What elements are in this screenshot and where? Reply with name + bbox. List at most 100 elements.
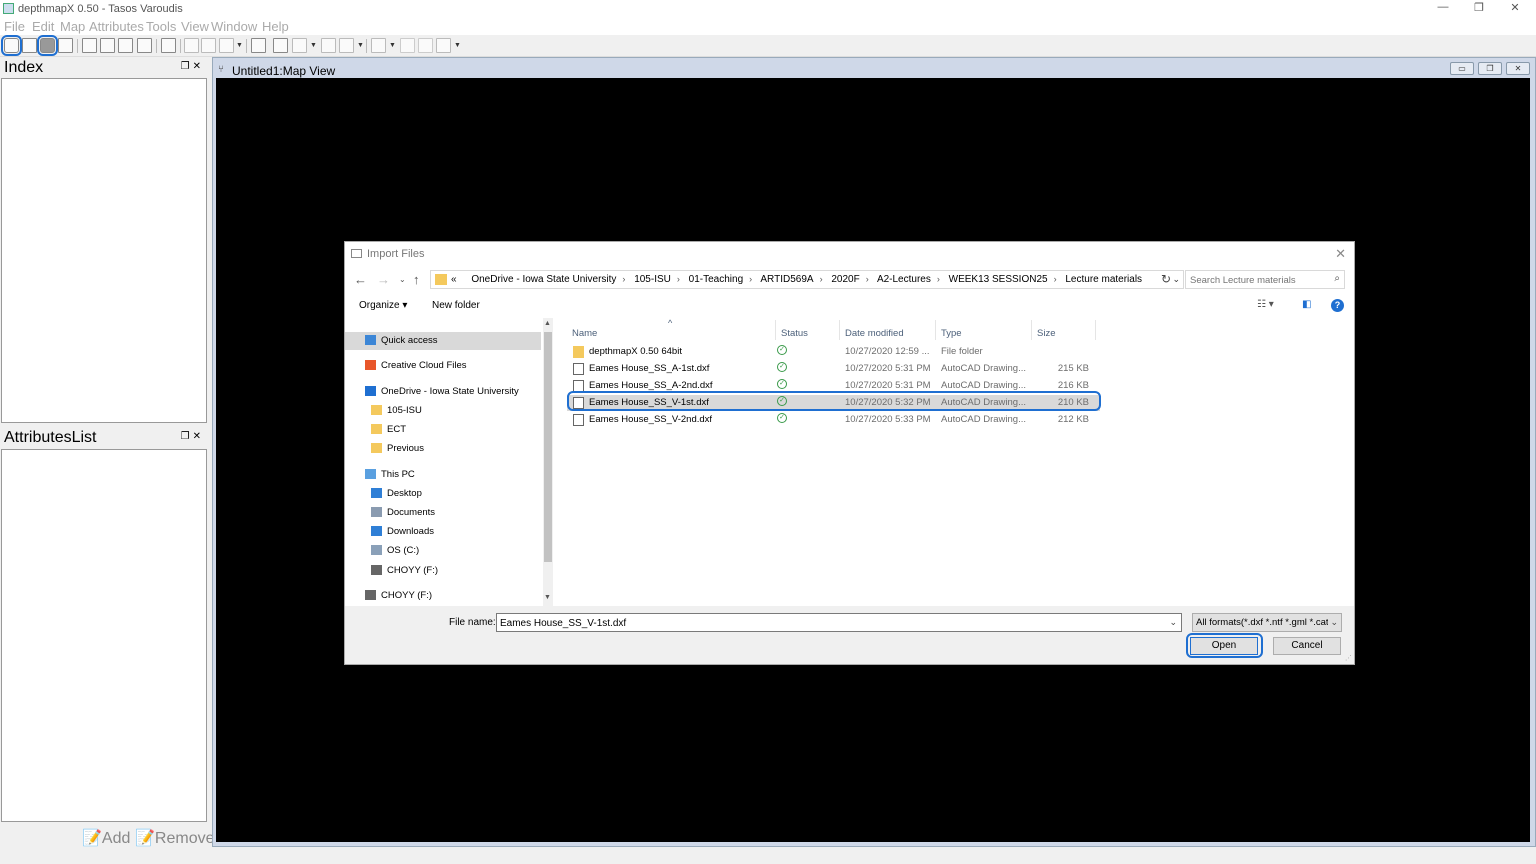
- up-arrow-icon[interactable]: ↑: [413, 272, 420, 287]
- navigation-scrollbar[interactable]: ▲ ▼: [543, 318, 553, 606]
- breadcrumb-item[interactable]: 2020F: [831, 274, 859, 285]
- join-icon[interactable]: [418, 38, 433, 53]
- new-file-icon[interactable]: [1, 35, 22, 56]
- dialog-close-icon[interactable]: ✕: [1335, 246, 1346, 262]
- help-icon[interactable]: ?: [1331, 299, 1344, 312]
- file-type-select[interactable]: All formats(*.dxf *.ntf *.gml *.cat ⌄: [1192, 613, 1342, 632]
- chevron-down-icon[interactable]: ▼: [454, 42, 461, 49]
- save-icon[interactable]: [58, 38, 73, 53]
- nav-item[interactable]: OS (C:): [345, 542, 541, 560]
- cancel-button[interactable]: Cancel: [1273, 637, 1341, 655]
- search-box[interactable]: ⌕: [1185, 270, 1345, 289]
- column-header-date[interactable]: Date modified: [845, 328, 904, 339]
- scroll-down-icon[interactable]: ▼: [544, 594, 551, 601]
- zoom-icon[interactable]: [219, 38, 234, 53]
- nav-item[interactable]: Previous: [345, 440, 541, 458]
- breadcrumb-item[interactable]: 105-ISU: [634, 274, 671, 285]
- view-options-icon[interactable]: ☷ ▾: [1257, 299, 1274, 310]
- chevron-down-icon[interactable]: ▼: [357, 42, 364, 49]
- file-name-field[interactable]: ⌄: [496, 613, 1182, 632]
- unjoin-icon[interactable]: [436, 38, 451, 53]
- dock-float-close-icon[interactable]: ❐✕: [181, 431, 204, 442]
- resize-grip-icon[interactable]: ⋰: [1345, 654, 1352, 662]
- mdi-close-button[interactable]: ✕: [1506, 62, 1530, 75]
- column-header-status[interactable]: Status: [781, 328, 808, 339]
- refresh-icon[interactable]: ↻: [1161, 272, 1171, 286]
- chevron-down-icon[interactable]: ▼: [236, 42, 243, 49]
- layer-edit-icon[interactable]: [100, 38, 115, 53]
- remove-button[interactable]: 📝Remove: [135, 828, 215, 848]
- dock-float-close-icon[interactable]: ❐✕: [181, 61, 204, 72]
- menu-view[interactable]: View: [181, 19, 209, 34]
- breadcrumb-item[interactable]: Lecture materials: [1065, 274, 1142, 285]
- add-button[interactable]: 📝Add: [82, 828, 130, 848]
- breadcrumb-item[interactable]: ARTID569A: [760, 274, 813, 285]
- layer-icon[interactable]: [82, 38, 97, 53]
- mdi-restore-button[interactable]: ❐: [1478, 62, 1502, 75]
- axial-icon[interactable]: [371, 38, 386, 53]
- recent-locations-icon[interactable]: ⌄: [399, 275, 406, 284]
- menu-attributes[interactable]: Attributes: [89, 19, 144, 34]
- menu-help[interactable]: Help: [262, 19, 289, 34]
- open-file-icon[interactable]: [22, 38, 37, 53]
- breadcrumb-item[interactable]: OneDrive - Iowa State University: [471, 274, 616, 285]
- fill-icon[interactable]: [292, 38, 307, 53]
- nav-item[interactable]: This PC: [345, 466, 541, 484]
- pencil-icon[interactable]: [321, 38, 336, 53]
- nav-item[interactable]: Quick access: [345, 332, 541, 350]
- breadcrumb-item[interactable]: 01-Teaching: [689, 274, 743, 285]
- menu-window[interactable]: Window: [211, 19, 257, 34]
- file-name-input[interactable]: [500, 616, 1160, 630]
- breadcrumb-overflow[interactable]: «: [451, 274, 457, 285]
- nav-item[interactable]: Downloads: [345, 523, 541, 541]
- nav-item[interactable]: OneDrive - Iowa State University: [345, 383, 541, 401]
- layer-add-icon[interactable]: [118, 38, 133, 53]
- column-header-size[interactable]: Size: [1037, 328, 1055, 339]
- grid-icon[interactable]: [251, 38, 266, 53]
- nav-item[interactable]: Creative Cloud Files: [345, 357, 541, 375]
- nav-item[interactable]: 105-ISU: [345, 402, 541, 420]
- address-bar[interactable]: « OneDrive - Iowa State University › 105-…: [430, 270, 1184, 289]
- file-row[interactable]: Eames House_SS_V-2nd.dxf ✓ 10/27/2020 5:33…: [567, 412, 1100, 428]
- file-row[interactable]: depthmapX 0.50 64bit ✓ 10/27/2020 12:59 ..…: [567, 344, 1100, 360]
- import-icon[interactable]: [37, 35, 58, 56]
- line-icon[interactable]: [339, 38, 354, 53]
- nav-item[interactable]: CHOYY (F:): [345, 587, 541, 605]
- menu-file[interactable]: File: [4, 19, 25, 34]
- attributes-list-panel[interactable]: [1, 449, 207, 822]
- search-input[interactable]: [1190, 273, 1325, 287]
- file-row[interactable]: Eames House_SS_A-1st.dxf ✓ 10/27/2020 5:31…: [567, 361, 1100, 377]
- nav-item[interactable]: CHOYY (F:): [345, 562, 541, 580]
- preview-pane-icon[interactable]: ◧: [1302, 299, 1311, 310]
- nav-item[interactable]: Desktop: [345, 485, 541, 503]
- minimize-button[interactable]: —: [1428, 1, 1458, 17]
- menu-map[interactable]: Map: [60, 19, 85, 34]
- nav-item[interactable]: Documents: [345, 504, 541, 522]
- scrollbar-thumb[interactable]: [544, 332, 552, 562]
- chevron-down-icon[interactable]: ⌄: [1172, 274, 1180, 285]
- forward-arrow-icon[interactable]: →: [377, 272, 390, 287]
- organize-button[interactable]: Organize ▾: [359, 300, 407, 311]
- chevron-down-icon[interactable]: ⌄: [1169, 617, 1177, 628]
- menu-tools[interactable]: Tools: [146, 19, 176, 34]
- mdi-minimize-button[interactable]: ▭: [1450, 62, 1474, 75]
- close-button[interactable]: ✕: [1500, 1, 1530, 17]
- chevron-down-icon[interactable]: ▼: [310, 42, 317, 49]
- layer-list-icon[interactable]: [137, 38, 152, 53]
- menu-edit[interactable]: Edit: [32, 19, 54, 34]
- column-header-type[interactable]: Type: [941, 328, 962, 339]
- select-arrow-icon[interactable]: [184, 38, 199, 53]
- step-depth-icon[interactable]: [400, 38, 415, 53]
- fill-grid-icon[interactable]: [273, 38, 288, 53]
- breadcrumb-item[interactable]: WEEK13 SESSION25: [949, 274, 1048, 285]
- column-header-name[interactable]: Name: [572, 328, 597, 339]
- fit-view-icon[interactable]: [161, 38, 176, 53]
- scroll-up-icon[interactable]: ▲: [544, 320, 551, 327]
- index-panel[interactable]: [1, 78, 207, 423]
- pan-hand-icon[interactable]: [201, 38, 216, 53]
- nav-item[interactable]: ECT: [345, 421, 541, 439]
- chevron-down-icon[interactable]: ▼: [389, 42, 396, 49]
- back-arrow-icon[interactable]: ←: [354, 272, 367, 287]
- restore-button[interactable]: ❐: [1464, 1, 1494, 17]
- breadcrumb-item[interactable]: A2-Lectures: [877, 274, 931, 285]
